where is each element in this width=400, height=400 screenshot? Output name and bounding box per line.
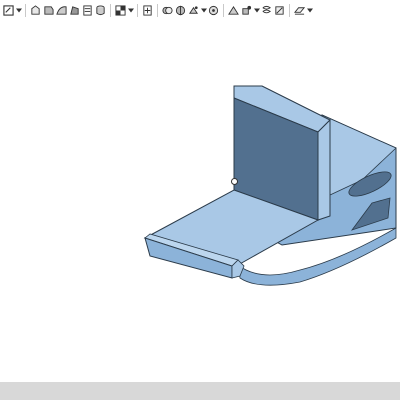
- pattern-icon[interactable]: [207, 2, 220, 18]
- toolbar-divider: [110, 3, 111, 17]
- plane-icon[interactable]: [293, 2, 306, 18]
- mate-icon[interactable]: [240, 2, 253, 18]
- toolbar-divider: [157, 3, 158, 17]
- shell-icon[interactable]: [94, 2, 107, 18]
- loft-icon[interactable]: [68, 2, 81, 18]
- variable-icon[interactable]: [273, 2, 286, 18]
- split-icon[interactable]: [174, 2, 187, 18]
- chevron-down-icon[interactable]: [127, 2, 134, 18]
- toolbar-divider: [137, 3, 138, 17]
- chevron-down-icon[interactable]: [253, 2, 260, 18]
- helix-icon[interactable]: [260, 2, 273, 18]
- sketch-icon[interactable]: [2, 2, 15, 18]
- transform-icon[interactable]: [187, 2, 200, 18]
- toolbar-divider: [25, 3, 26, 17]
- mirror-icon[interactable]: [227, 2, 240, 18]
- sweep-icon[interactable]: [55, 2, 68, 18]
- 3d-viewport[interactable]: [0, 20, 400, 382]
- chevron-down-icon[interactable]: [200, 2, 207, 18]
- extrude-icon[interactable]: [29, 2, 42, 18]
- boolean-icon[interactable]: [161, 2, 174, 18]
- feature-toolbar: [0, 0, 400, 20]
- tab-bar: [0, 382, 400, 400]
- origin-marker: [231, 178, 238, 185]
- toolbar-divider: [223, 3, 224, 17]
- part-model[interactable]: [0, 20, 400, 382]
- chevron-down-icon[interactable]: [15, 2, 22, 18]
- revolve-icon[interactable]: [42, 2, 55, 18]
- draft-icon[interactable]: [141, 2, 154, 18]
- chevron-down-icon[interactable]: [306, 2, 313, 18]
- thicken-icon[interactable]: [81, 2, 94, 18]
- toolbar-divider: [289, 3, 290, 17]
- fillet-icon[interactable]: [114, 2, 127, 18]
